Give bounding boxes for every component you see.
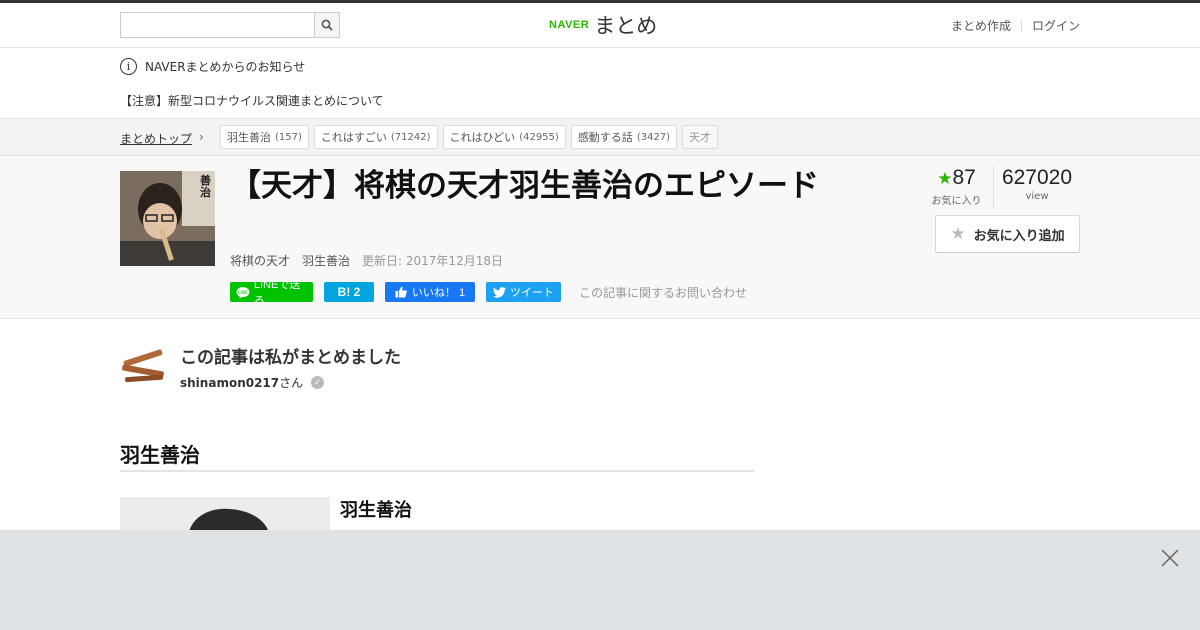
- site-logo[interactable]: NAVER まとめ: [549, 11, 657, 39]
- breadcrumb: まとめトップ › 羽生善治 (157) これはすごい (71242) これはひどい(…: [0, 118, 1200, 156]
- header-links: まとめ作成 ログイン: [951, 17, 1080, 34]
- login-link[interactable]: ログイン: [1032, 17, 1080, 34]
- tweet-button[interactable]: ツイート: [486, 282, 561, 302]
- item-title: 羽生善治: [340, 500, 412, 521]
- article-thumbnail[interactable]: 善治: [120, 171, 215, 266]
- hatena-label: B! 2: [337, 285, 361, 299]
- twitter-bird-icon: [493, 286, 506, 298]
- article-stats: ★87 お気に入り 627020 view: [920, 166, 1080, 207]
- article-tag[interactable]: 羽生善治: [302, 252, 350, 269]
- tag-count: (157): [275, 131, 302, 143]
- thumbnail-caption: 善治: [200, 174, 211, 199]
- notice-link[interactable]: 【注意】新型コロナウイルス関連まとめについて: [120, 92, 384, 109]
- facebook-like-label: いいね！ 1: [411, 287, 466, 299]
- tweet-label: ツイート: [510, 287, 554, 299]
- tag-label: 感動する話: [577, 131, 633, 144]
- search-icon: [321, 19, 333, 31]
- article-meta: 将棋の天才 羽生善治 更新日: 2017年12月18日: [230, 252, 503, 269]
- updated-date: 更新日: 2017年12月18日: [362, 254, 503, 268]
- tag-label: これはすごい: [320, 131, 387, 144]
- search-box: [120, 12, 340, 38]
- author-avatar[interactable]: [120, 343, 166, 389]
- tag-label: 羽生善治: [227, 131, 271, 144]
- header-divider: [1020, 19, 1022, 32]
- line-share-button[interactable]: LINE LINEで送る: [230, 279, 313, 307]
- section-heading: 羽生善治: [120, 439, 754, 472]
- view-stat: 627020 view: [994, 166, 1080, 207]
- tag-item[interactable]: これはすごい (71242): [313, 125, 438, 149]
- chevron-right-icon: ›: [199, 130, 204, 144]
- article-header: 善治 【天才】将棋の天才羽生善治のエピソード 将棋の天才 羽生善治 更新日: 2…: [0, 156, 1200, 319]
- hatena-bookmark-button[interactable]: B! 2: [324, 282, 374, 302]
- add-favorite-button[interactable]: ★ お気に入り追加: [935, 215, 1080, 253]
- create-matome-link[interactable]: まとめ作成: [951, 17, 1011, 34]
- author-name[interactable]: shinamon0217: [180, 376, 279, 390]
- tag-item[interactable]: 感動する話 (3427): [570, 125, 678, 149]
- author-suffix: さん: [279, 376, 304, 390]
- notice-title: i NAVERまとめからのお知らせ: [120, 58, 305, 75]
- author-name-row: shinamon0217 さん ✓: [180, 374, 325, 391]
- info-icon: i: [120, 58, 137, 75]
- notice-area: i NAVERまとめからのお知らせ 【注意】新型コロナウイルス関連まとめについて: [0, 49, 1200, 118]
- view-count: 627020: [1001, 166, 1073, 189]
- thumbs-up-icon: [395, 286, 407, 298]
- article-tag[interactable]: 将棋の天才: [230, 252, 290, 269]
- favorite-stat: ★87 お気に入り: [920, 166, 994, 207]
- tag-label: 天才: [689, 131, 712, 144]
- favorite-label: お気に入り: [931, 196, 982, 207]
- share-buttons: LINE LINEで送る B! 2 いいね！ 1 ツイート この記事に関するお問…: [230, 279, 747, 307]
- search-button[interactable]: [314, 13, 339, 37]
- star-icon: ★: [937, 169, 953, 188]
- notice-title-text: NAVERまとめからのお知らせ: [145, 60, 306, 74]
- star-outline-icon: ★: [950, 224, 966, 244]
- tag-list: 羽生善治 (157) これはすごい (71242) これはひどい (42955) 感動…: [220, 125, 723, 149]
- breadcrumb-top-link[interactable]: まとめトップ: [120, 130, 192, 147]
- site-header: NAVER まとめ まとめ作成 ログイン: [0, 3, 1200, 48]
- author-heading: この記事は私がまとめました: [180, 348, 401, 368]
- close-icon[interactable]: [1160, 548, 1180, 568]
- ad-overlay: [0, 530, 1200, 630]
- contact-link[interactable]: この記事に関するお問い合わせ: [579, 284, 747, 301]
- tag-item[interactable]: 天才: [682, 125, 719, 149]
- view-label: view: [1025, 191, 1049, 202]
- facebook-like-button[interactable]: いいね！ 1: [385, 282, 475, 302]
- search-input[interactable]: [121, 13, 315, 37]
- tag-item[interactable]: これはひどい (42955): [442, 125, 566, 149]
- logo-brand: NAVER: [549, 19, 590, 31]
- tag-label: これはひどい: [449, 131, 516, 144]
- line-share-label: LINEで送る: [253, 279, 301, 307]
- logo-title: まとめ: [594, 14, 658, 38]
- tag-count: (3427): [636, 131, 671, 143]
- tag-count: (71242): [390, 131, 431, 143]
- svg-text:LINE: LINE: [238, 289, 248, 295]
- verified-check-icon: ✓: [311, 376, 325, 389]
- favorite-count: 87: [952, 166, 976, 189]
- article-title: 【天才】将棋の天才羽生善治のエピソード: [230, 168, 819, 204]
- add-favorite-label: お気に入り追加: [973, 228, 1065, 244]
- line-icon: LINE: [236, 286, 250, 299]
- favorite-count-row: ★87: [920, 166, 993, 191]
- tag-count: (42955): [519, 131, 559, 143]
- tag-item[interactable]: 羽生善治 (157): [220, 125, 309, 149]
